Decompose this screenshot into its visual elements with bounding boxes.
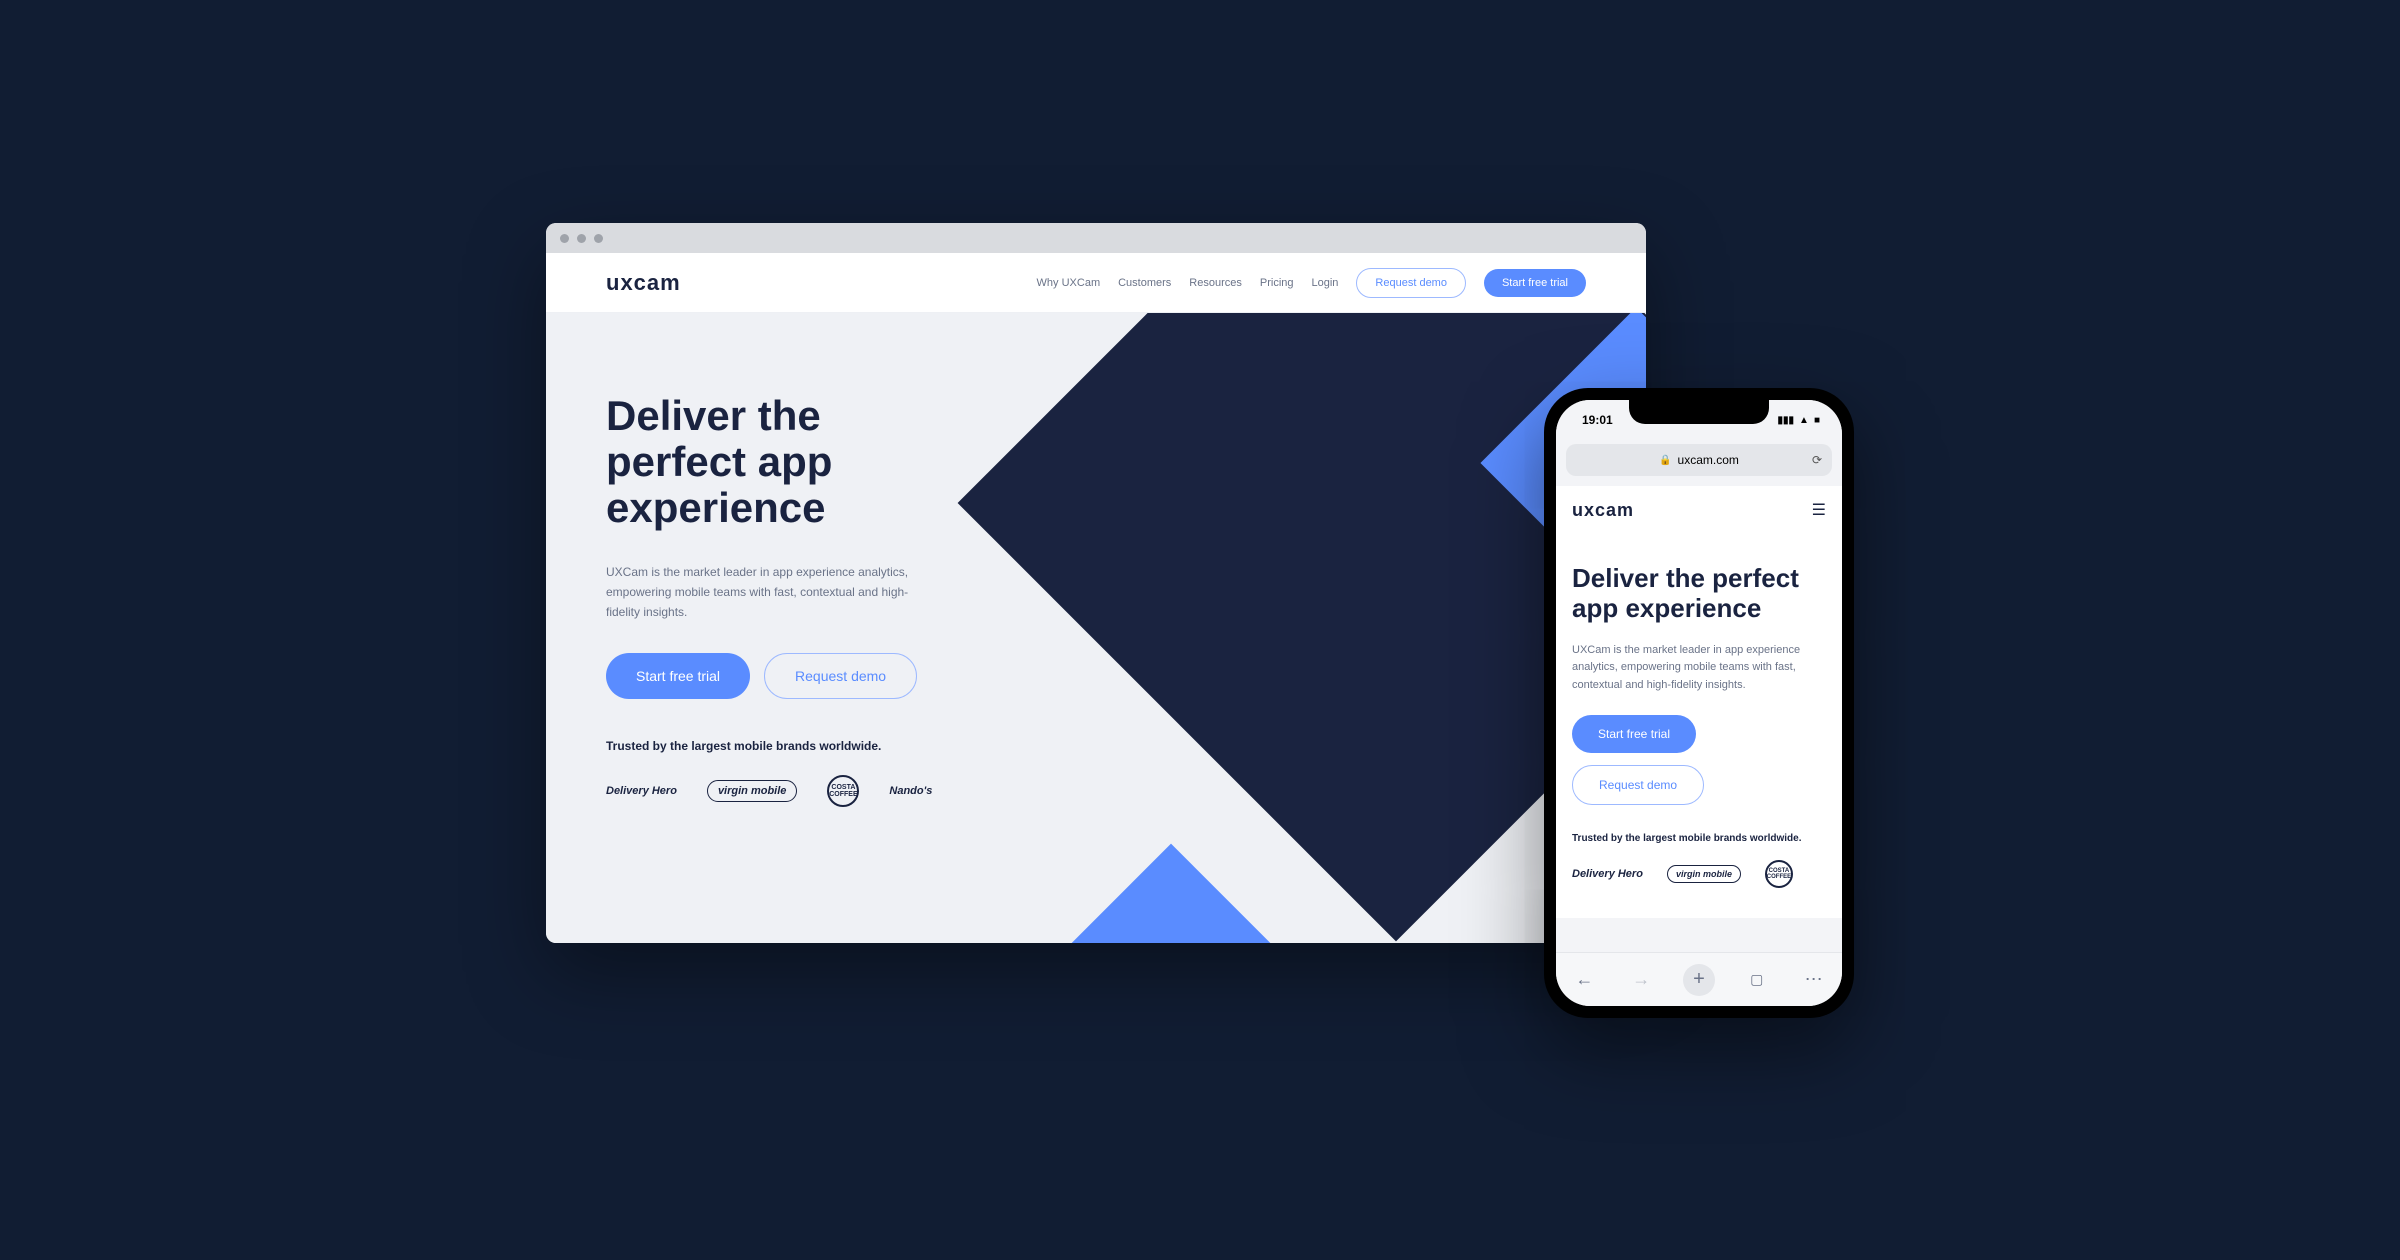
more-icon[interactable]: ⋯	[1799, 965, 1829, 995]
mobile-subtext: UXCam is the market leader in app experi…	[1572, 642, 1826, 695]
phone-screen: 19:01 ▮▮▮ ▲ ■ 🔒 uxcam.com ⟳ uxcam ☰ Deli…	[1556, 400, 1842, 1006]
mobile-cta-group: Start free trial Request demo	[1572, 715, 1826, 805]
window-maximize-icon[interactable]	[594, 234, 603, 243]
brand-nandos: Nando's	[889, 785, 932, 797]
hero-section: Deliver the perfect app experience UXCam…	[546, 313, 1646, 943]
window-close-icon[interactable]	[560, 234, 569, 243]
hero-subtext: UXCam is the market leader in app experi…	[606, 562, 926, 623]
phone-mockup: 19:01 ▮▮▮ ▲ ■ 🔒 uxcam.com ⟳ uxcam ☰ Deli…	[1544, 388, 1854, 1018]
status-indicators: ▮▮▮ ▲ ■	[1778, 415, 1820, 426]
hero-start-trial-button[interactable]: Start free trial	[606, 653, 750, 699]
brand-costa-coffee: COSTA COFFEE	[827, 775, 859, 807]
mobile-brand-logos: Delivery Hero virgin mobile COSTA COFFEE	[1572, 860, 1826, 888]
mobile-brand-delivery-hero: Delivery Hero	[1572, 868, 1643, 880]
signal-icon: ▮▮▮	[1778, 415, 1795, 426]
start-free-trial-button[interactable]: Start free trial	[1484, 269, 1586, 297]
phone-notch	[1629, 400, 1769, 424]
brand-virgin-mobile: virgin mobile	[707, 780, 797, 802]
new-tab-icon[interactable]: +	[1683, 964, 1715, 996]
brand-delivery-hero: Delivery Hero	[606, 785, 677, 797]
back-icon[interactable]: ←	[1569, 965, 1599, 995]
nav-pricing[interactable]: Pricing	[1260, 277, 1294, 289]
mobile-site-header: uxcam ☰	[1556, 486, 1842, 534]
mobile-brand-virgin-mobile: virgin mobile	[1667, 865, 1741, 883]
tabs-icon[interactable]: ▢	[1742, 965, 1772, 995]
browser-toolbar: ← → + ▢ ⋯	[1556, 952, 1842, 1006]
menu-icon[interactable]: ☰	[1812, 500, 1826, 520]
forward-icon[interactable]: →	[1626, 965, 1656, 995]
cta-row: Start free trial Request demo	[606, 653, 966, 699]
hero-headline: Deliver the perfect app experience	[606, 393, 966, 532]
url-text: uxcam.com	[1678, 453, 1739, 467]
browser-chrome	[546, 223, 1646, 253]
mobile-brand-costa-coffee: COSTA COFFEE	[1765, 860, 1793, 888]
site-header: uxcam Why UXCam Customers Resources Pric…	[546, 253, 1646, 313]
hero-shape-blue-bottom	[1037, 844, 1306, 943]
trusted-by-text: Trusted by the largest mobile brands wor…	[606, 739, 966, 753]
nav-login[interactable]: Login	[1312, 277, 1339, 289]
main-nav: Why UXCam Customers Resources Pricing Lo…	[1037, 268, 1586, 298]
hero-request-demo-button[interactable]: Request demo	[764, 653, 917, 699]
lock-icon: 🔒	[1659, 455, 1671, 466]
logo[interactable]: uxcam	[606, 270, 681, 296]
request-demo-button[interactable]: Request demo	[1356, 268, 1466, 298]
mobile-start-trial-button[interactable]: Start free trial	[1572, 715, 1696, 753]
window-minimize-icon[interactable]	[577, 234, 586, 243]
mobile-trusted-text: Trusted by the largest mobile brands wor…	[1572, 833, 1826, 844]
nav-customers[interactable]: Customers	[1118, 277, 1171, 289]
nav-resources[interactable]: Resources	[1189, 277, 1242, 289]
mobile-hero: Deliver the perfect app experience UXCam…	[1556, 534, 1842, 918]
refresh-icon[interactable]: ⟳	[1812, 453, 1822, 467]
nav-why-uxcam[interactable]: Why UXCam	[1037, 277, 1101, 289]
wifi-icon: ▲	[1799, 415, 1809, 426]
desktop-browser-window: uxcam Why UXCam Customers Resources Pric…	[546, 223, 1646, 943]
mobile-logo[interactable]: uxcam	[1572, 500, 1634, 521]
brand-logos: Delivery Hero virgin mobile COSTA COFFEE…	[606, 775, 966, 807]
url-bar[interactable]: 🔒 uxcam.com ⟳	[1566, 444, 1832, 476]
mobile-headline: Deliver the perfect app experience	[1572, 564, 1826, 624]
mobile-request-demo-button[interactable]: Request demo	[1572, 765, 1704, 805]
battery-icon: ■	[1814, 415, 1820, 426]
status-time: 19:01	[1582, 413, 1613, 427]
hero-content: Deliver the perfect app experience UXCam…	[546, 313, 1026, 807]
